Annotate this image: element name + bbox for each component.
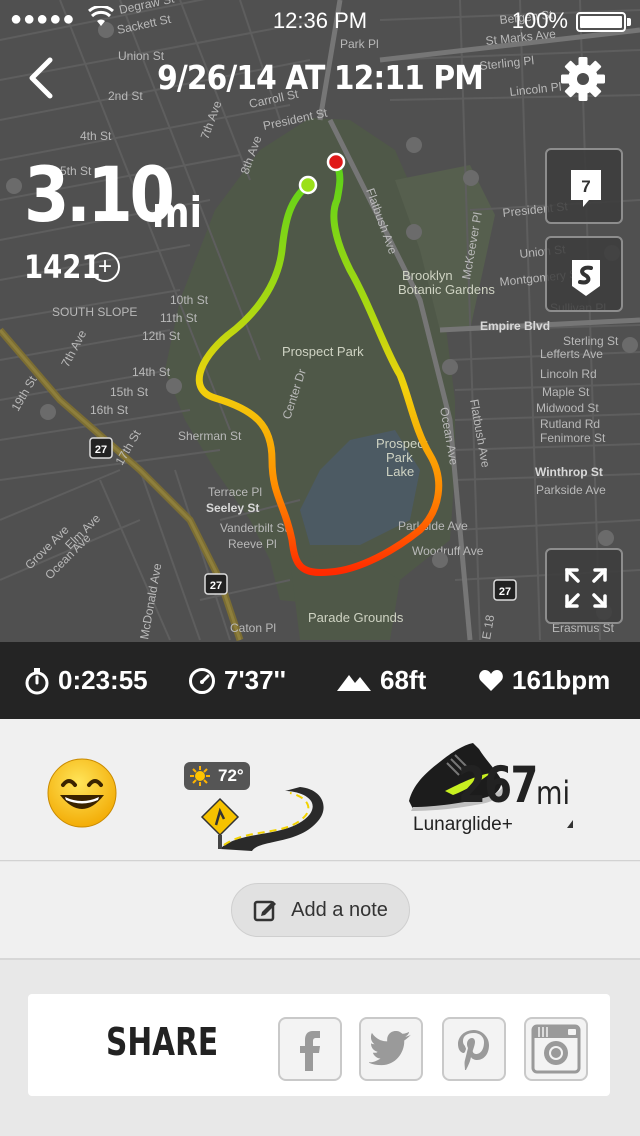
svg-text:16th St: 16th St	[90, 403, 129, 417]
weather-temperature: 72°	[218, 766, 244, 785]
shoe-miles-unit: mi	[536, 774, 571, 812]
svg-text:Sherman St: Sherman St	[178, 429, 242, 443]
share-facebook-button[interactable]	[278, 1017, 342, 1081]
svg-text:27: 27	[210, 580, 222, 592]
svg-text:Fenimore St: Fenimore St	[540, 431, 606, 445]
svg-text:Midwood St: Midwood St	[536, 401, 599, 415]
svg-text:Lincoln Rd: Lincoln Rd	[540, 367, 597, 381]
svg-text:Prospect Park: Prospect Park	[282, 344, 364, 359]
svg-text:14th St: 14th St	[132, 365, 171, 379]
svg-text:Botanic Gardens: Botanic Gardens	[398, 282, 495, 297]
duration-stat: 0:23:55	[24, 642, 148, 719]
svg-text:Maple St: Maple St	[542, 385, 590, 399]
facebook-icon	[300, 1031, 320, 1071]
stopwatch-icon	[25, 667, 49, 694]
share-card: SHARE	[28, 994, 610, 1096]
twitter-icon	[369, 1031, 411, 1066]
svg-text:Lake: Lake	[386, 464, 414, 479]
pace-value: 7'37''	[224, 665, 286, 695]
shoe-miles-value: 267	[458, 756, 538, 814]
run-date-title: 9/26/14 AT 12:11 PM	[157, 58, 484, 97]
svg-text:Lefferts Ave: Lefferts Ave	[540, 347, 603, 361]
svg-text:Sterling St: Sterling St	[563, 334, 619, 348]
note-section: Add a note	[0, 862, 640, 960]
svg-text:Seeley St: Seeley St	[206, 501, 259, 515]
svg-text:Parkside Ave: Parkside Ave	[536, 483, 606, 497]
svg-text:27: 27	[95, 444, 107, 456]
svg-text:Winthrop St: Winthrop St	[535, 465, 603, 479]
heart-icon	[479, 669, 503, 691]
route-start-marker	[298, 175, 318, 195]
svg-text:12th St: 12th St	[142, 329, 181, 343]
add-note-label: Add a note	[291, 898, 388, 921]
route-button[interactable]	[545, 236, 623, 312]
share-twitter-button[interactable]	[359, 1017, 423, 1081]
svg-text:Woodruff Ave: Woodruff Ave	[412, 544, 484, 558]
route-map[interactable]: Degraw St Sackett St Carroll St Presiden…	[0, 0, 640, 642]
svg-text:Parkside Ave: Parkside Ave	[398, 519, 468, 533]
duration-value: 0:23:55	[58, 665, 148, 695]
route-end-marker	[326, 152, 346, 172]
gear-icon[interactable]	[560, 56, 606, 102]
distance-value: 3.10	[24, 150, 175, 239]
run-stats-bar: 0:23:55 7'37'' 68ft 161bpm	[0, 642, 640, 719]
svg-text:Caton Pl: Caton Pl	[230, 621, 276, 635]
svg-text:11th St: 11th St	[160, 311, 198, 325]
elevation-stat: 68ft	[336, 642, 426, 719]
svg-text:SOUTH SLOPE: SOUTH SLOPE	[52, 305, 137, 319]
route-shield-icon	[572, 260, 600, 296]
shoe-name[interactable]: Lunarglide+	[413, 814, 513, 836]
svg-text:Vanderbilt St: Vanderbilt St	[220, 521, 288, 535]
heart-rate-stat: 161bpm	[478, 642, 610, 719]
battery-nub	[627, 18, 631, 26]
expand-map-button[interactable]	[545, 548, 623, 624]
milestones-button[interactable]: 7	[545, 148, 623, 224]
heart-rate-value: 161bpm	[512, 665, 611, 695]
nikefuel-value: 1421	[24, 248, 101, 286]
svg-text:Rutland Rd: Rutland Rd	[540, 417, 600, 431]
svg-text:Brooklyn: Brooklyn	[402, 268, 453, 283]
svg-text:4th St: 4th St	[80, 129, 112, 143]
svg-text:Parade Grounds: Parade Grounds	[308, 610, 404, 625]
share-pinterest-button[interactable]	[442, 1017, 506, 1081]
distance-unit: mi	[152, 188, 203, 237]
expand-icon	[565, 568, 607, 608]
svg-text:Empire Blvd: Empire Blvd	[480, 319, 550, 333]
happy-emoji-icon[interactable]	[46, 757, 118, 829]
instagram-icon	[531, 1024, 581, 1074]
svg-text:Reeve Pl: Reeve Pl	[228, 537, 277, 551]
svg-text:27: 27	[499, 586, 511, 598]
nikefuel-display[interactable]: 1421 +	[24, 248, 120, 286]
weather-badge: 72°	[184, 762, 250, 790]
svg-text:10th St: 10th St	[170, 293, 209, 307]
mile-marker-icon: 7	[571, 170, 601, 207]
elevation-value: 68ft	[380, 665, 427, 695]
svg-text:Terrace Pl: Terrace Pl	[208, 485, 262, 499]
svg-text:Park: Park	[386, 450, 413, 465]
share-label: SHARE	[106, 1020, 219, 1064]
distance-display: 3.10 mi	[24, 150, 202, 239]
shoe-dropdown-caret-icon[interactable]	[567, 820, 573, 828]
status-bar: ●●●●● 12:36 PM 100%	[0, 0, 640, 40]
speedometer-icon	[189, 667, 215, 694]
pinterest-icon	[458, 1030, 489, 1070]
mountain-icon	[337, 674, 371, 691]
milestone-number: 7	[581, 177, 590, 196]
pace-stat: 7'37''	[188, 642, 286, 719]
svg-text:15th St: 15th St	[110, 385, 149, 399]
sun-icon	[190, 766, 210, 786]
add-note-button[interactable]: Add a note	[231, 883, 410, 937]
edit-note-icon	[253, 900, 277, 922]
share-instagram-button[interactable]	[524, 1017, 588, 1081]
battery-percentage: 100%	[511, 8, 568, 33]
battery-icon	[576, 12, 626, 32]
